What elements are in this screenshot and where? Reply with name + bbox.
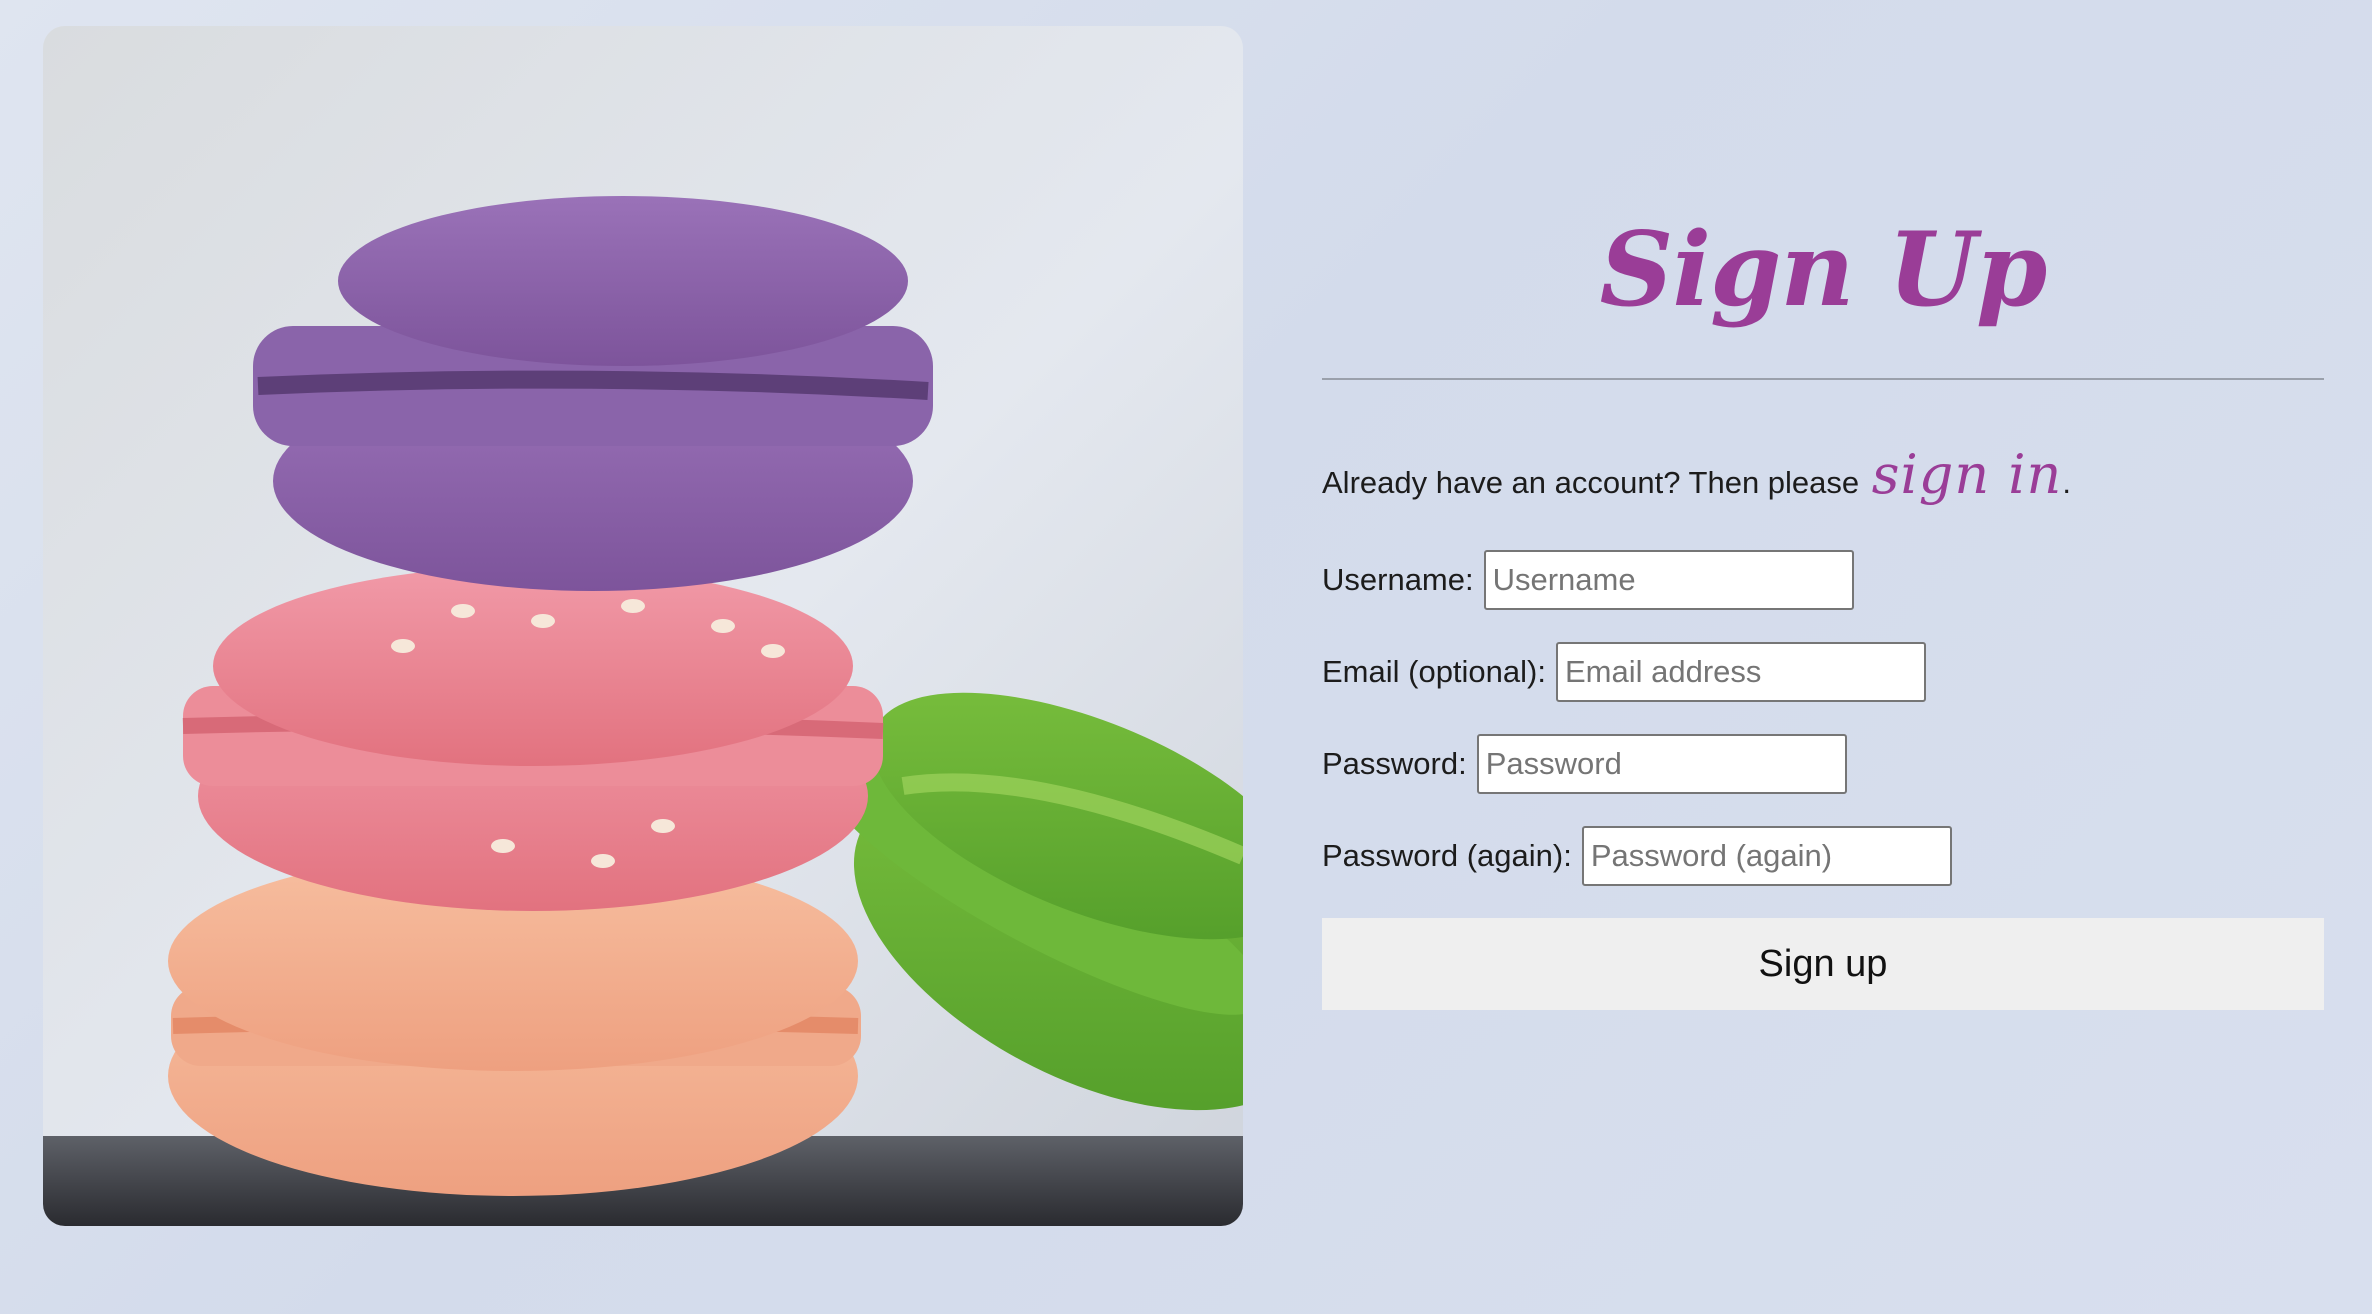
purple-macaron <box>253 196 933 591</box>
email-label: Email (optional): <box>1322 654 1546 689</box>
password-again-label: Password (again): <box>1322 838 1572 873</box>
signup-button[interactable]: Sign up <box>1322 918 2324 1010</box>
password-again-row: Password (again): <box>1322 826 1952 886</box>
divider <box>1322 378 2324 380</box>
signin-prompt: Already have an account? Then please sig… <box>1322 440 2071 518</box>
username-label: Username: <box>1322 562 1474 597</box>
email-input[interactable] <box>1555 642 1926 702</box>
password-row: Password: <box>1322 734 1847 794</box>
email-row: Email (optional): <box>1322 642 1926 702</box>
username-row: Username: <box>1322 550 1854 610</box>
password-label: Password: <box>1322 746 1467 781</box>
password-again-input[interactable] <box>1581 826 1952 886</box>
username-input[interactable] <box>1483 550 1854 610</box>
signin-link[interactable]: sign in <box>1872 443 2063 506</box>
hero-image <box>43 26 1243 1226</box>
pink-macaron <box>182 566 884 911</box>
signin-prompt-text: Already have an account? Then please <box>1322 465 1860 500</box>
signin-suffix: . <box>2062 465 2071 500</box>
password-input[interactable] <box>1476 734 1847 794</box>
page-title: Sign Up <box>1599 210 2048 330</box>
